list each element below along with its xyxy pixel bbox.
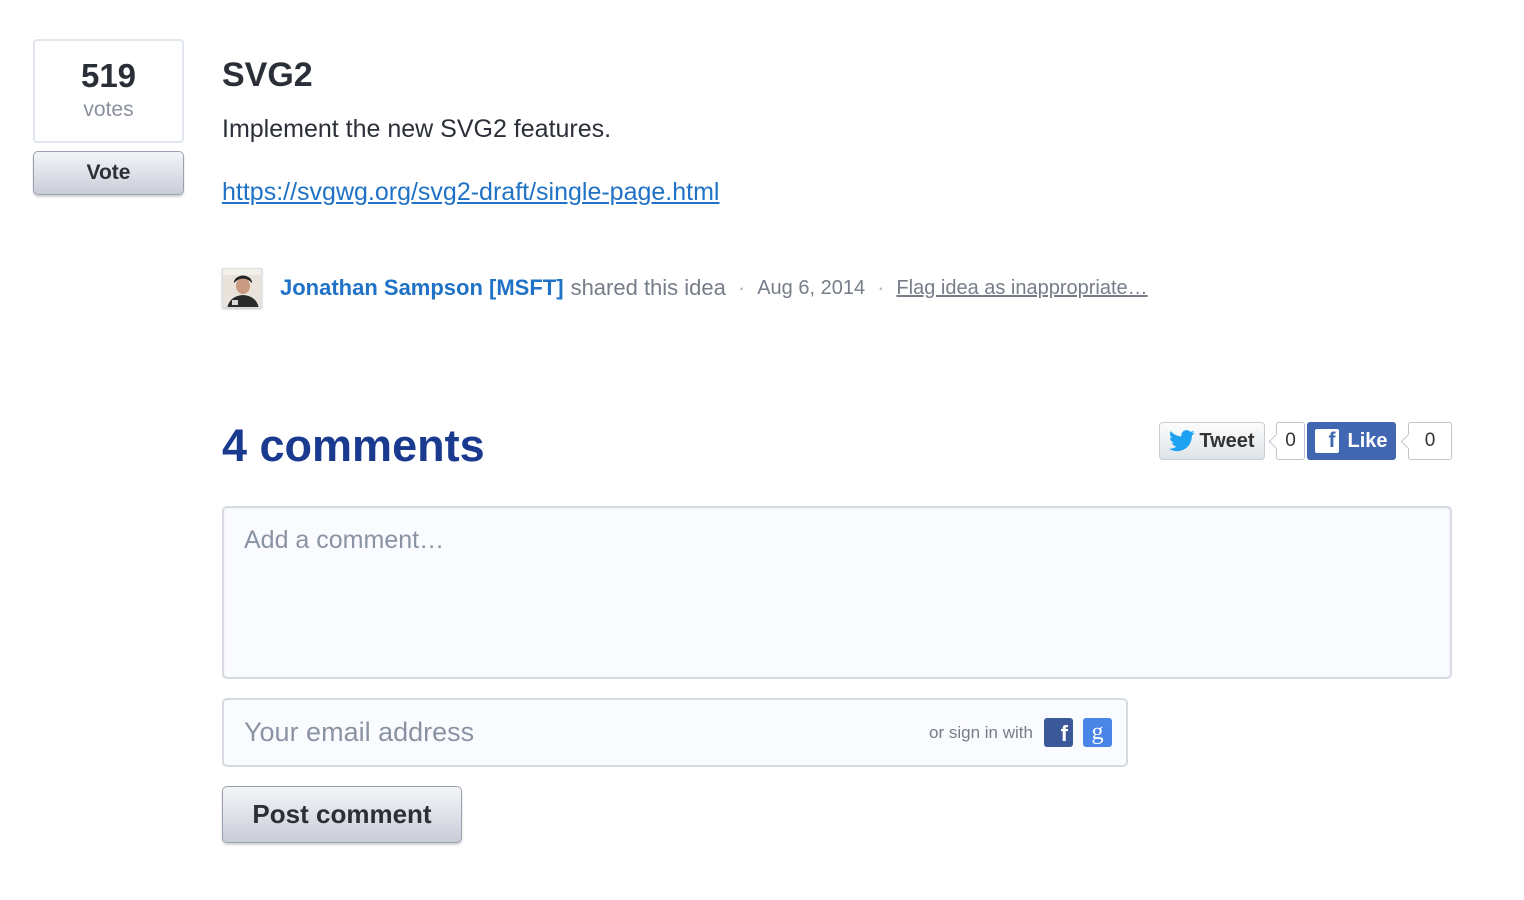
facebook-f-icon: f <box>1315 429 1340 453</box>
email-field[interactable] <box>224 700 904 765</box>
like-label: Like <box>1347 429 1388 452</box>
like-count: 0 <box>1408 422 1452 460</box>
comment-input[interactable] <box>222 506 1452 679</box>
separator-dot: · <box>877 275 885 300</box>
vote-count: 519 <box>80 57 137 94</box>
email-field-wrapper: or sign in with f g <box>222 698 1128 767</box>
vote-label: votes <box>83 98 134 121</box>
tweet-button[interactable]: Tweet <box>1159 422 1265 460</box>
tweet-count: 0 <box>1276 422 1305 460</box>
facebook-like-button[interactable]: f Like <box>1307 422 1396 460</box>
twitter-bird-icon <box>1169 430 1195 452</box>
like-count-value: 0 <box>1424 430 1436 451</box>
comments-title: 4 comments <box>222 420 485 471</box>
idea-page: 519 votes Vote SVG2 Implement the new SV… <box>0 0 1524 900</box>
post-comment-button[interactable]: Post comment <box>222 786 462 843</box>
separator-dot: · <box>737 275 746 300</box>
shared-text: shared this idea <box>570 275 726 300</box>
vote-button[interactable]: Vote <box>33 151 184 195</box>
tweet-label: Tweet <box>1199 429 1255 452</box>
idea-meta: Jonathan Sampson [MSFT] shared this idea… <box>222 268 1148 308</box>
signin-text: or sign in with <box>929 723 1033 742</box>
facebook-signin-icon[interactable]: f <box>1044 718 1073 747</box>
flag-idea-link[interactable]: Flag idea as inappropriate… <box>896 277 1147 300</box>
idea-link[interactable]: https://svgwg.org/svg2-draft/single-page… <box>222 178 719 207</box>
tweet-count-value: 0 <box>1285 430 1296 451</box>
vote-count-box: 519 votes <box>33 39 184 143</box>
idea-date: Aug 6, 2014 <box>757 276 866 299</box>
idea-description: Implement the new SVG2 features. <box>222 115 612 143</box>
idea-title: SVG2 <box>222 56 313 94</box>
author-link[interactable]: Jonathan Sampson [MSFT] <box>280 275 564 301</box>
avatar[interactable] <box>222 268 262 308</box>
google-signin-icon[interactable]: g <box>1083 718 1112 747</box>
